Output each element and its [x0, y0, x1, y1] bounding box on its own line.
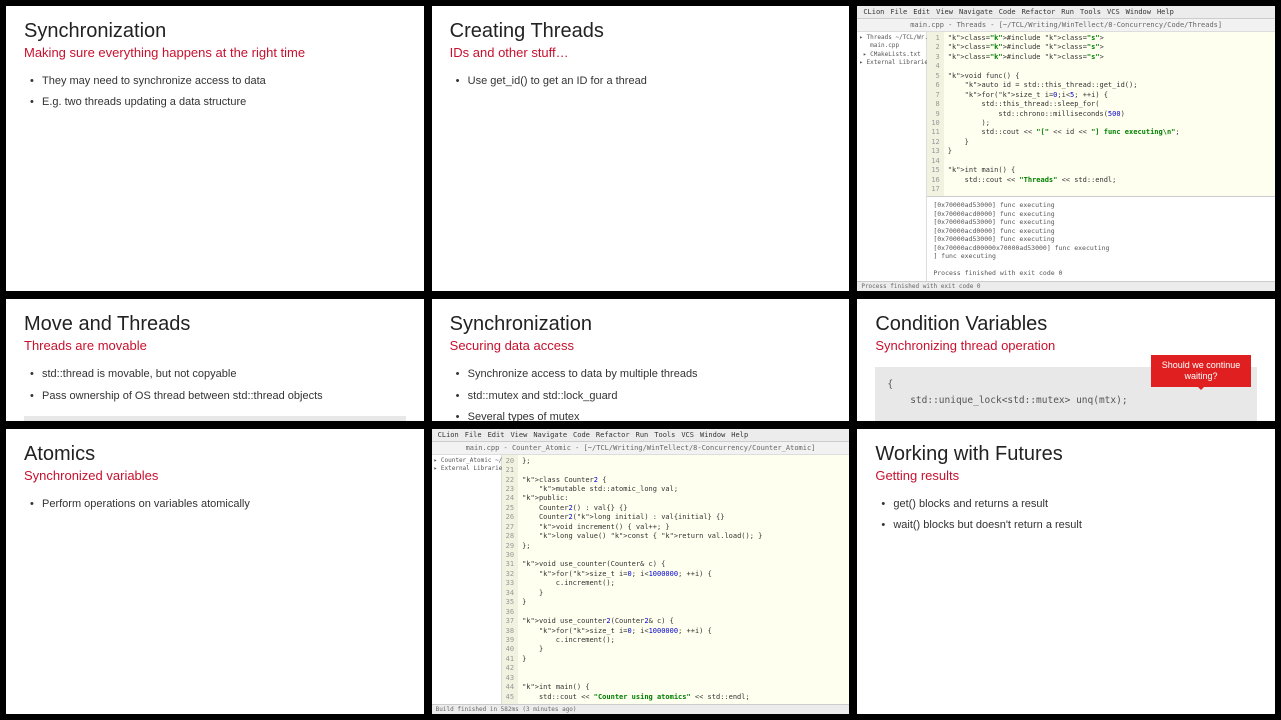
slide-subtitle: Securing data access — [450, 338, 832, 353]
ide-menubar: CLion File Edit View Navigate Code Refac… — [857, 6, 1275, 19]
bullet: They may need to synchronize access to d… — [30, 74, 406, 89]
ide-gutter: 20 21 22 23 24 25 26 27 28 29 30 31 32 3… — [502, 455, 518, 704]
slide-sync-intro: Synchronization Making sure everything h… — [6, 6, 424, 291]
bullet: Synchronize access to data by multiple t… — [456, 367, 832, 382]
slide-sync-mutex: Synchronization Securing data access Syn… — [432, 299, 850, 420]
slide-subtitle: Threads are movable — [24, 338, 406, 353]
slide-title: Working with Futures — [875, 443, 1257, 466]
ide-editor: 20 21 22 23 24 25 26 27 28 29 30 31 32 3… — [502, 455, 850, 704]
slide-subtitle: Getting results — [875, 468, 1257, 483]
ide-console: [0x70000ad53000] func executing [0x70000… — [927, 196, 1275, 281]
bullet-list: get() blocks and returns a result wait()… — [875, 497, 1257, 534]
ide-menubar: CLion File Edit View Navigate Code Refac… — [432, 429, 850, 442]
bullet-list: std::thread is movable, but not copyable… — [24, 367, 406, 404]
bullet: Pass ownership of OS thread between std:… — [30, 389, 406, 404]
ide-editor: 1 2 3 4 5 6 7 8 9 10 11 12 13 14 15 16 1… — [927, 32, 1275, 196]
slide-atomics: Atomics Synchronized variables Perform o… — [6, 429, 424, 714]
slide-move-threads: Move and Threads Threads are movable std… — [6, 299, 424, 420]
ide-status-bar: Process finished with exit code 0 — [857, 281, 1275, 291]
slide-title: Synchronization — [450, 313, 832, 336]
ide-titlebar: main.cpp - Threads - [~/TCL/Writing/WinT… — [857, 19, 1275, 32]
slide-subtitle: Synchronized variables — [24, 468, 406, 483]
slide-title: Atomics — [24, 443, 406, 466]
bullet: Perform operations on variables atomical… — [30, 497, 406, 512]
ide-gutter: 1 2 3 4 5 6 7 8 9 10 11 12 13 14 15 16 1… — [927, 32, 943, 196]
slide-title: Condition Variables — [875, 313, 1257, 336]
bullet: wait() blocks but doesn't return a resul… — [881, 518, 1257, 533]
bullet: std::mutex and std::lock_guard — [456, 389, 832, 404]
bullet: std::thread is movable, but not copyable — [30, 367, 406, 382]
slide-subtitle: Making sure everything happens at the ri… — [24, 45, 406, 60]
bullet-list: Perform operations on variables atomical… — [24, 497, 406, 512]
slide-condition-vars: Condition Variables Synchronizing thread… — [857, 299, 1275, 420]
ide-project-tree: ▸ Threads ~/TCL/Wr... main.cpp ▸ CMakeLi… — [857, 32, 927, 281]
callout-waiting: Should we continue waiting? — [1151, 355, 1251, 387]
ide-threads-screenshot: CLion File Edit View Navigate Code Refac… — [857, 6, 1275, 291]
slide-title: Synchronization — [24, 20, 406, 43]
bullet: get() blocks and returns a result — [881, 497, 1257, 512]
ide-atomic-screenshot: CLion File Edit View Navigate Code Refac… — [432, 429, 850, 714]
ide-titlebar: main.cpp - Counter_Atomic - [~/TCL/Writi… — [432, 442, 850, 455]
slide-title: Move and Threads — [24, 313, 406, 336]
bullet: E.g. two threads updating a data structu… — [30, 95, 406, 110]
slide-subtitle: Synchronizing thread operation — [875, 338, 1257, 353]
ide-code: }; "k">class Counter2 { "k">mutable std:… — [518, 455, 766, 704]
slide-creating-threads: Creating Threads IDs and other stuff… Us… — [432, 6, 850, 291]
slide-title: Creating Threads — [450, 20, 832, 43]
bullet: Several types of mutex — [456, 410, 832, 420]
bullet: Use get_id() to get an ID for a thread — [456, 74, 832, 89]
ide-project-tree: ▸ Counter_Atomic ~/TCL/W... ▸ External L… — [432, 455, 502, 704]
bullet-list: They may need to synchronize access to d… — [24, 74, 406, 111]
bullet-list: Use get_id() to get an ID for a thread — [450, 74, 832, 89]
bullet-list: Synchronize access to data by multiple t… — [450, 367, 832, 420]
code-box: std::thread t1(do_work); std::thread t2 … — [24, 416, 406, 420]
ide-code: "k">class="k">#include "k">class="s"> "k… — [944, 32, 1184, 196]
slide-futures: Working with Futures Getting results get… — [857, 429, 1275, 714]
ide-status-bar: Build finished in 582ms (3 minutes ago) — [432, 704, 850, 714]
slide-subtitle: IDs and other stuff… — [450, 45, 832, 60]
